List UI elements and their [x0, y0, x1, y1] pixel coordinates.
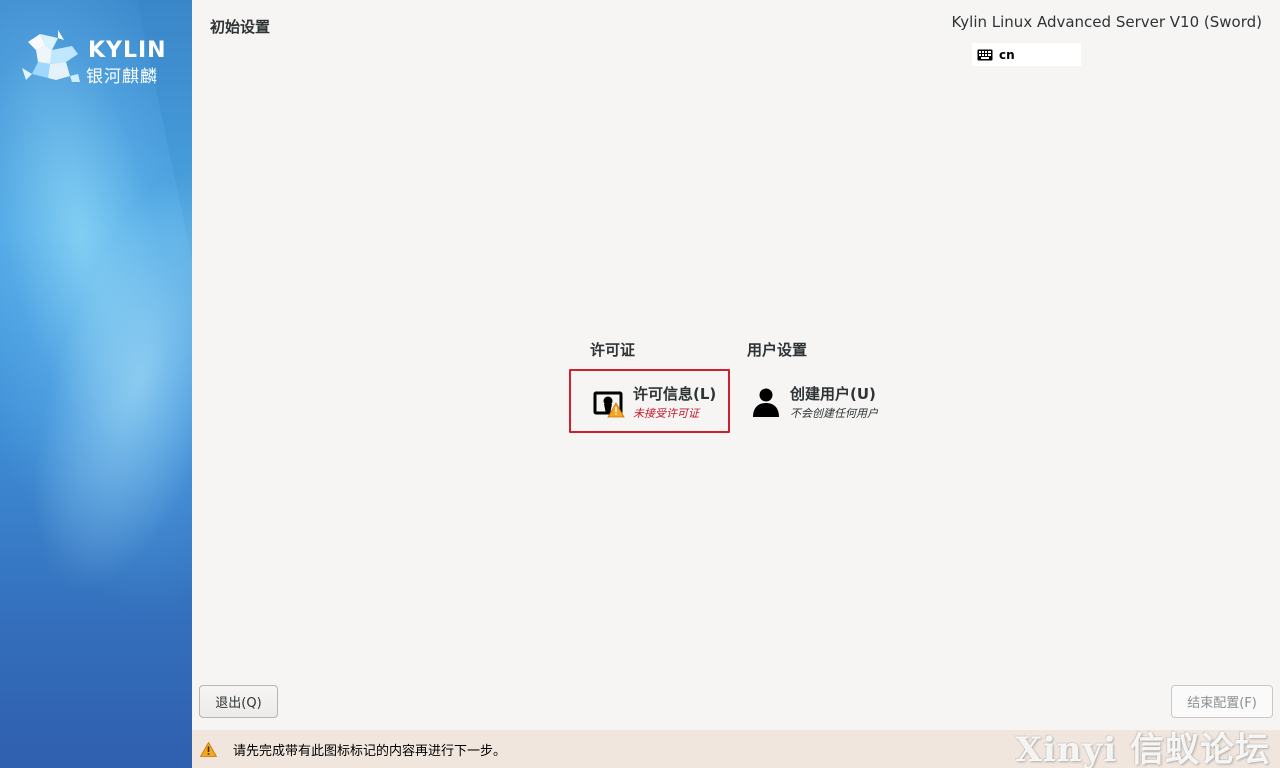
- page-title: 初始设置: [210, 16, 270, 37]
- keyboard-layout-label: cn: [999, 48, 1015, 62]
- category-title-user-settings: 用户设置: [747, 339, 807, 360]
- warning-icon: [200, 742, 217, 757]
- license-warning-icon: [593, 387, 625, 419]
- spoke-create-user[interactable]: 创建用户(U) 不会创建任何用户: [750, 385, 900, 433]
- logo-subtitle: 银河麒麟: [86, 62, 158, 87]
- logo-text: KYLIN: [88, 38, 167, 63]
- sidebar: KYLIN 银河麒麟: [0, 0, 192, 768]
- spoke-label: 许可信息(L): [633, 385, 716, 403]
- keyboard-layout-indicator[interactable]: cn: [972, 43, 1081, 66]
- quit-button[interactable]: 退出(Q): [199, 685, 278, 718]
- user-icon: [750, 387, 782, 419]
- keyboard-icon: [977, 49, 993, 61]
- spoke-status: 未接受许可证: [633, 406, 716, 422]
- spoke-status: 不会创建任何用户: [790, 406, 878, 422]
- finish-configuration-button[interactable]: 结束配置(F): [1171, 685, 1273, 718]
- warning-message: 请先完成带有此图标标记的内容再进行下一步。: [233, 740, 506, 759]
- category-title-license: 许可证: [590, 339, 635, 360]
- watermark: Xinyi 信蚁论坛: [1015, 722, 1270, 768]
- product-name: Kylin Linux Advanced Server V10 (Sword): [952, 13, 1262, 31]
- spoke-label: 创建用户(U): [790, 385, 878, 403]
- spoke-license-info[interactable]: 许可信息(L) 未接受许可证: [569, 369, 730, 433]
